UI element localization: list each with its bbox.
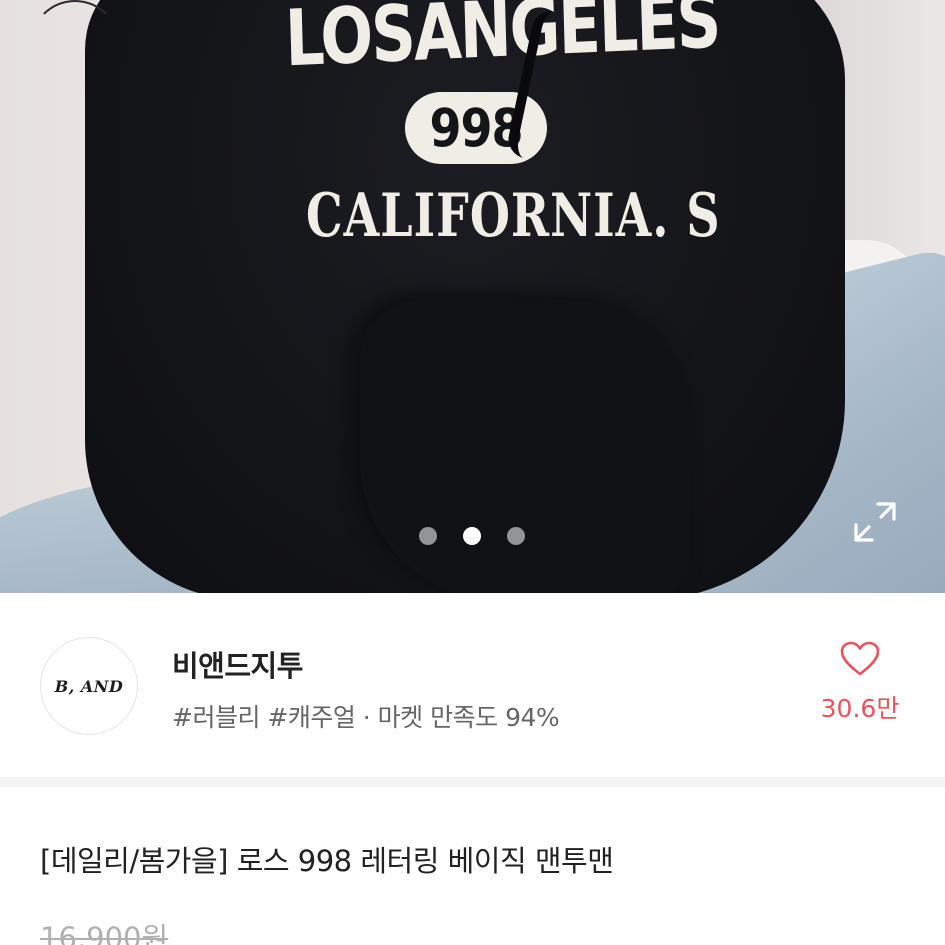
print-bottom-text: CALIFORNIA. S [306,180,721,251]
expand-button[interactable] [852,500,898,544]
like-count: 30.6만 [820,694,900,723]
section-divider [0,777,945,787]
carousel-dot-active[interactable] [463,527,481,545]
carousel-dot[interactable] [419,527,437,545]
seller-logo-text: B, AND [54,676,124,696]
heart-outline-icon [840,641,880,676]
product-title: [데일리/봄가을] 로스 998 레터링 베이직 맨투맨 [40,844,614,878]
product-image[interactable]: LOSANGELES 998 CALIFORNIA. S [0,0,945,593]
hair-strands [30,0,120,90]
carousel-dot[interactable] [507,527,525,545]
carousel-dots [419,527,525,545]
print-number: 998 [429,96,523,160]
seller-section: B, AND 비앤드지투 #러블리 #캐주얼 · 마켓 만족도 94% 30.6… [0,593,945,777]
seller-logo[interactable]: B, AND [40,637,138,735]
sweatshirt-sleeve [360,300,690,593]
expand-icon [854,502,896,542]
seller-name[interactable]: 비앤드지투 [172,643,303,685]
original-price: 16,900원 [40,921,169,945]
like-button[interactable]: 30.6만 [812,641,908,725]
seller-tags: #러블리 #캐주얼 · 마켓 만족도 94% [172,703,560,732]
